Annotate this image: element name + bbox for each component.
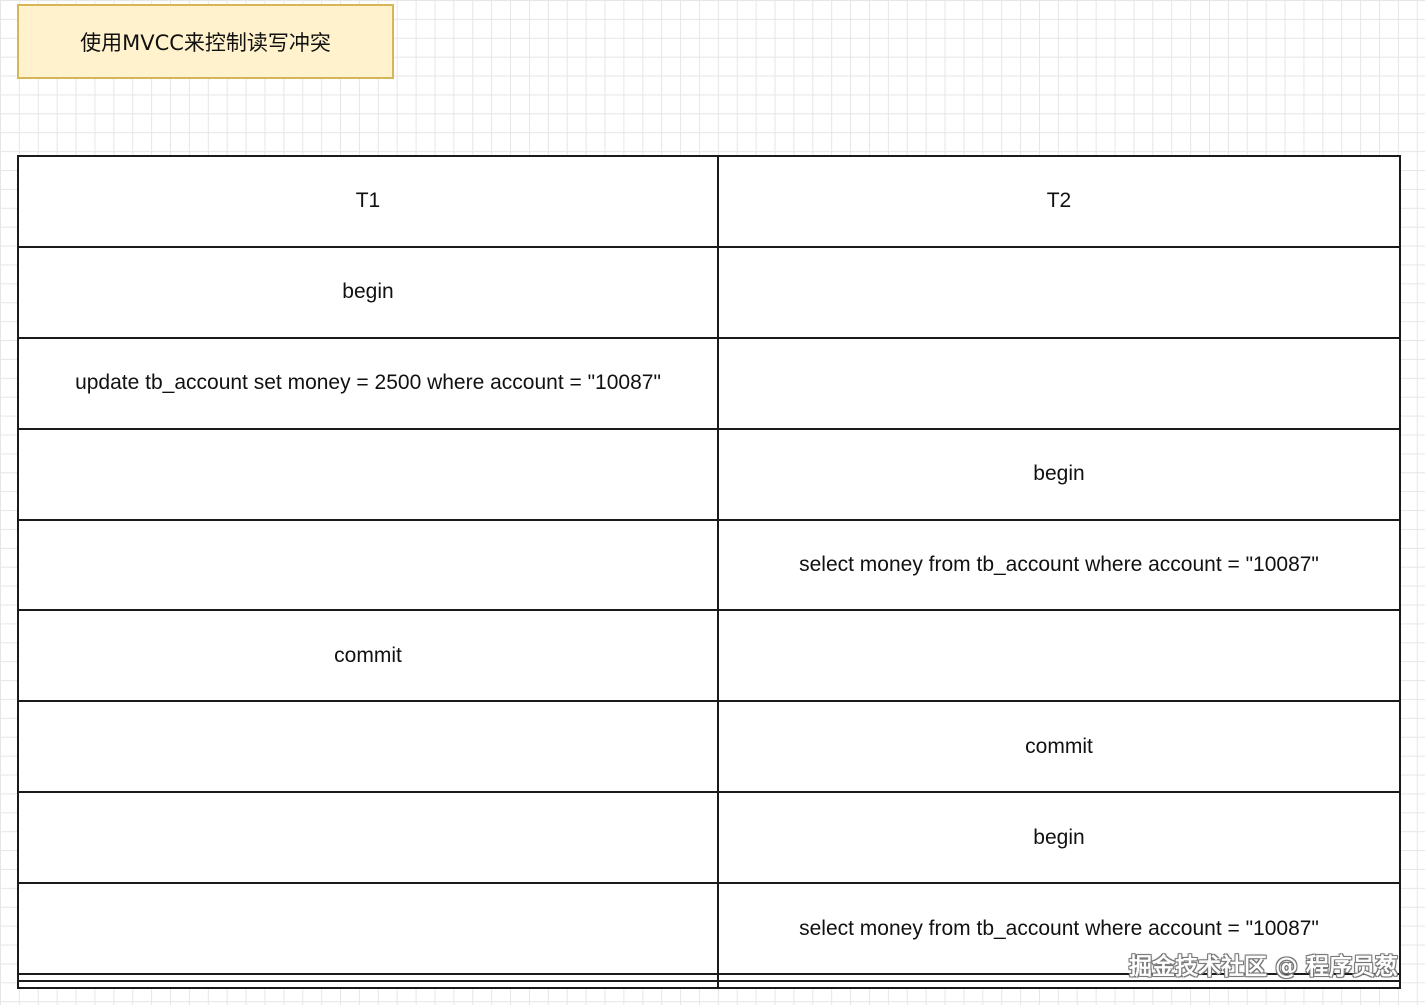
t2-cell bbox=[717, 336, 1401, 430]
t2-cell bbox=[717, 980, 1401, 989]
table-row: select money from tb_account where accou… bbox=[17, 518, 1401, 612]
t1-cell: update tb_account set money = 2500 where… bbox=[17, 336, 719, 430]
table-row: update tb_account set money = 2500 where… bbox=[17, 336, 1401, 430]
table-row: commit bbox=[17, 609, 1401, 703]
header-t2: T2 bbox=[717, 155, 1401, 248]
table-row: begin bbox=[17, 791, 1401, 885]
header-t1: T1 bbox=[17, 155, 719, 248]
t2-cell bbox=[717, 609, 1401, 703]
t1-cell: begin bbox=[17, 245, 719, 339]
table-row: begin bbox=[17, 245, 1401, 339]
transaction-timeline-table: T1 T2 begin update tb_account set money … bbox=[17, 155, 1401, 989]
table-header-row: T1 T2 bbox=[17, 155, 1401, 248]
t2-cell bbox=[717, 245, 1401, 339]
t2-cell: commit bbox=[717, 700, 1401, 794]
table-row: commit bbox=[17, 700, 1401, 794]
t1-cell bbox=[17, 882, 719, 976]
t2-cell: select money from tb_account where accou… bbox=[717, 518, 1401, 612]
t1-cell bbox=[17, 980, 719, 989]
t1-cell: commit bbox=[17, 609, 719, 703]
table-row: begin bbox=[17, 427, 1401, 521]
t1-cell bbox=[17, 973, 719, 982]
t1-cell bbox=[17, 427, 719, 521]
diagram-title-note: 使用MVCC来控制读写冲突 bbox=[17, 4, 394, 79]
table-row bbox=[17, 980, 1401, 989]
t1-cell bbox=[17, 518, 719, 612]
t1-cell bbox=[17, 700, 719, 794]
t2-cell: begin bbox=[717, 791, 1401, 885]
t1-cell bbox=[17, 791, 719, 885]
t2-cell: begin bbox=[717, 427, 1401, 521]
watermark-text: 掘金技术社区 @ 程序员葱 bbox=[1128, 954, 1398, 980]
